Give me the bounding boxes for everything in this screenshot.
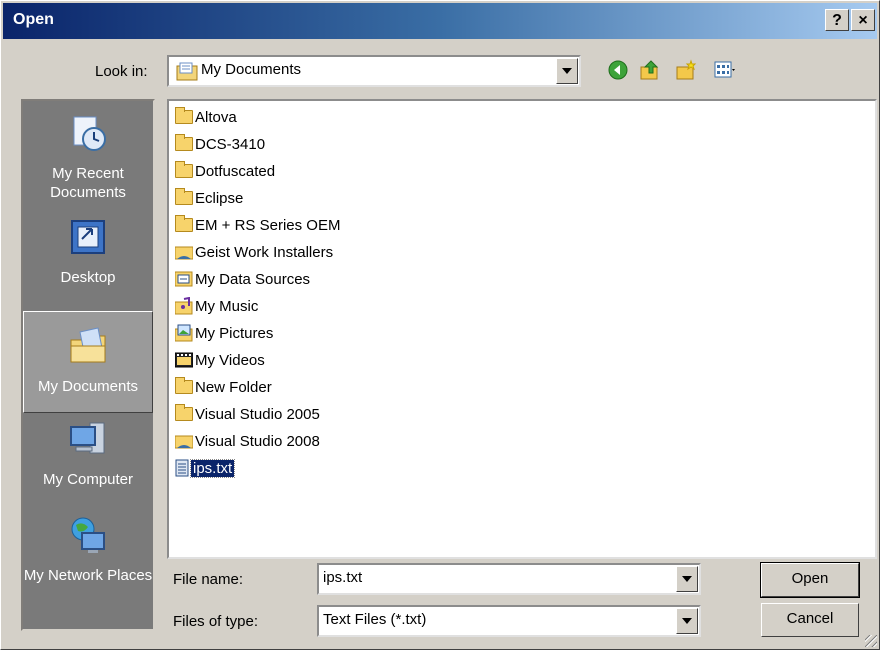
my-documents-small-icon <box>176 62 198 81</box>
place-my-network-places[interactable]: My Network Places <box>23 515 153 585</box>
help-button[interactable]: ? <box>825 9 849 31</box>
folder-icon <box>175 107 193 124</box>
list-item[interactable]: ips.txt <box>175 456 236 480</box>
folder-icon <box>175 377 193 394</box>
file-type-value: Text Files (*.txt) <box>323 611 427 628</box>
list-item[interactable]: My Pictures <box>175 321 273 345</box>
list-item[interactable]: Visual Studio 2008 <box>175 429 320 453</box>
item-label: Geist Work Installers <box>195 243 334 261</box>
folder-icon <box>175 404 193 421</box>
open-dialog: Open ? × Look in: My Documents My Recent… <box>0 0 880 650</box>
network-places-icon <box>71 517 105 553</box>
list-item[interactable]: Dotfuscated <box>175 159 275 183</box>
dialog-title: Open <box>13 11 54 28</box>
item-label: DCS-3410 <box>195 135 266 153</box>
place-label: My Recent Documents <box>50 165 126 201</box>
list-item[interactable]: Geist Work Installers <box>175 240 333 264</box>
item-label: New Folder <box>195 378 272 396</box>
folder-icon <box>175 188 193 205</box>
back-icon[interactable] <box>607 59 629 81</box>
place-label: My Network Places <box>23 567 153 584</box>
new-folder-icon[interactable] <box>675 59 697 81</box>
item-label: My Pictures <box>195 324 274 342</box>
my-documents-icon <box>70 327 106 363</box>
place-my-recent-documents[interactable]: My Recent Documents <box>23 113 153 202</box>
list-item[interactable]: My Data Sources <box>175 267 310 291</box>
look-in-combo[interactable]: My Documents <box>167 55 581 87</box>
place-my-computer[interactable]: My Computer <box>23 419 153 489</box>
file-name-combo[interactable]: ips.txt <box>317 563 701 595</box>
look-in-dropdown-button[interactable] <box>556 58 578 84</box>
shared-folder-icon <box>175 435 193 449</box>
list-item[interactable]: DCS-3410 <box>175 132 265 156</box>
file-name-label: File name: <box>173 571 244 588</box>
list-item[interactable]: Eclipse <box>175 186 243 210</box>
title-bar[interactable]: Open ? × <box>3 3 877 39</box>
places-bar: My Recent Documents Desktop My Documents <box>21 99 155 631</box>
file-type-dropdown-button[interactable] <box>676 608 698 634</box>
look-in-value: My Documents <box>201 61 302 78</box>
list-item[interactable]: My Music <box>175 294 258 318</box>
place-label: Desktop <box>60 269 116 286</box>
list-item[interactable]: Visual Studio 2005 <box>175 402 320 426</box>
recent-documents-icon <box>73 116 106 151</box>
file-name-input[interactable]: ips.txt <box>323 569 362 586</box>
place-label: My Documents <box>37 378 139 395</box>
look-in-label: Look in: <box>95 63 148 80</box>
list-item[interactable]: Altova <box>175 105 237 129</box>
resize-grip[interactable] <box>865 635 877 647</box>
open-button[interactable]: Open <box>760 562 860 598</box>
videos-folder-icon <box>175 352 193 368</box>
file-type-label: Files of type: <box>173 613 259 630</box>
file-type-combo[interactable]: Text Files (*.txt) <box>317 605 701 637</box>
item-label: My Videos <box>195 351 265 369</box>
list-item[interactable]: EM + RS Series OEM <box>175 213 340 237</box>
close-button[interactable]: × <box>851 9 875 31</box>
item-label: My Music <box>195 297 259 315</box>
item-label: ips.txt <box>189 458 236 478</box>
place-my-documents[interactable]: My Documents <box>23 311 153 413</box>
data-sources-icon <box>175 271 193 287</box>
item-label: EM + RS Series OEM <box>195 216 341 234</box>
folder-icon <box>175 161 193 178</box>
list-item[interactable]: My Videos <box>175 348 265 372</box>
my-computer-icon <box>70 422 105 454</box>
item-label: Eclipse <box>195 189 244 207</box>
cancel-button[interactable]: Cancel <box>761 603 859 637</box>
file-list[interactable]: Altova DCS-3410 Dotfuscated Eclipse EM +… <box>167 99 877 559</box>
up-folder-icon[interactable] <box>639 59 661 81</box>
file-name-dropdown-button[interactable] <box>676 566 698 592</box>
item-label: Visual Studio 2008 <box>195 432 320 450</box>
item-label: Dotfuscated <box>195 162 276 180</box>
item-label: Visual Studio 2005 <box>195 405 320 423</box>
shared-folder-icon <box>175 246 193 260</box>
desktop-icon <box>71 220 105 254</box>
folder-icon <box>175 134 193 151</box>
place-desktop[interactable]: Desktop <box>23 217 153 287</box>
music-folder-icon <box>175 297 193 315</box>
item-label: Altova <box>195 108 237 126</box>
pictures-folder-icon <box>175 324 193 342</box>
item-label: My Data Sources <box>195 270 311 288</box>
view-menu-icon[interactable] <box>713 59 735 81</box>
folder-icon <box>175 215 193 232</box>
text-file-icon <box>175 459 189 477</box>
place-label: My Computer <box>42 471 134 488</box>
list-item[interactable]: New Folder <box>175 375 272 399</box>
